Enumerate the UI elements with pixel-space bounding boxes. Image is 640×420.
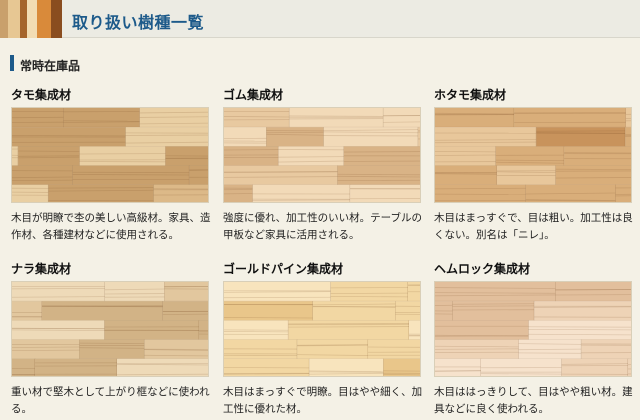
wood-plank xyxy=(199,320,208,340)
wood-plank xyxy=(409,320,420,340)
wood-plank xyxy=(395,301,420,321)
wood-sample-image xyxy=(434,107,632,203)
wood-sample-image xyxy=(434,281,632,377)
wood-grain-line xyxy=(480,373,562,375)
wood-plank xyxy=(224,127,267,147)
wood-plank xyxy=(79,146,166,166)
wood-description: 木目ははっきりして、目はやや粗い材。建具などに良く使われる。 xyxy=(434,386,633,415)
wood-grain-line xyxy=(495,159,565,162)
wood-grain-line xyxy=(266,131,324,134)
wood-plank xyxy=(435,127,537,147)
wood-plank xyxy=(12,165,73,185)
logo-strip xyxy=(51,0,62,38)
wood-plank xyxy=(164,282,208,302)
wood-plank xyxy=(350,184,420,202)
wood-plank xyxy=(266,127,324,147)
wood-name: ホタモ集成材 xyxy=(434,88,507,102)
wood-plank xyxy=(418,127,420,147)
wood-grain-line xyxy=(330,292,409,295)
wood-sample-image xyxy=(11,281,209,377)
wood-name: ゴム集成材 xyxy=(223,88,284,102)
logo-strip xyxy=(27,0,37,38)
wood-sample-image xyxy=(223,281,421,377)
wood-grain-line xyxy=(452,303,535,305)
wood-grain-line xyxy=(288,326,410,328)
wood-name: タモ集成材 xyxy=(11,88,72,102)
page-header: 取り扱い樹種一覧 xyxy=(0,0,640,38)
wood-plank xyxy=(189,165,208,185)
wood-sample-image xyxy=(223,107,421,203)
wood-plank xyxy=(435,320,529,340)
logo-strip xyxy=(0,0,8,38)
wood-plank xyxy=(63,108,140,128)
wood-plank xyxy=(383,108,420,128)
section-marker xyxy=(10,55,14,71)
wood-name: ゴールドパイン集成材 xyxy=(223,262,344,276)
wood-plank xyxy=(224,108,290,128)
wood-plank xyxy=(435,282,556,302)
wood-plank xyxy=(337,165,420,185)
wood-grain-illustration xyxy=(12,282,208,376)
wood-plank xyxy=(536,127,626,147)
wood-sample-image xyxy=(11,107,209,203)
wood-plank xyxy=(435,108,515,128)
wood-plank xyxy=(42,301,163,321)
wood-plank xyxy=(625,108,631,128)
wood-name: ナラ集成材 xyxy=(11,262,72,276)
wood-description: 木目はまっすぐで、目は粗い。加工性は良くない。別名は「ニレ」。 xyxy=(434,212,633,241)
section-title: 常時在庫品 xyxy=(20,59,81,73)
wood-plank xyxy=(368,339,420,359)
wood-grain-illustration xyxy=(435,282,631,376)
wood-name: ヘムロック集成材 xyxy=(434,262,531,276)
wood-description: 木目はまっすぐで明瞭。目はやや細く、加工性に優れた材。 xyxy=(223,386,423,415)
wood-grain-illustration xyxy=(224,108,420,202)
wood-description: 木目が明瞭で杢の美しい高級材。家具、造作材、各種建材などに使用される。 xyxy=(11,212,211,241)
wood-plank xyxy=(555,282,631,302)
wood-plank xyxy=(153,184,208,202)
wood-grain-line xyxy=(435,114,515,116)
wood-plank xyxy=(435,165,497,185)
wood-strip-logo xyxy=(0,0,62,38)
wood-plank xyxy=(162,301,208,321)
wood-grain-line xyxy=(18,150,80,152)
wood-grain-line xyxy=(12,135,126,137)
wood-description: 重い材で堅木として上がり框などに使われる。 xyxy=(11,386,210,415)
wood-grain-illustration xyxy=(435,108,631,202)
wood-plank xyxy=(12,184,49,202)
wood-plank xyxy=(12,282,105,302)
wood-plank xyxy=(564,146,631,166)
wood-plank xyxy=(330,282,409,302)
logo-strip xyxy=(20,0,27,38)
page-title: 取り扱い樹種一覧 xyxy=(72,13,205,32)
wood-plank xyxy=(12,339,80,359)
wood-plank xyxy=(79,339,145,359)
wood-plank xyxy=(435,358,481,376)
wood-plank xyxy=(104,282,165,302)
wood-grain-illustration xyxy=(12,108,208,202)
wood-plank xyxy=(125,127,208,147)
wood-grain-line xyxy=(18,155,80,157)
wood-plank xyxy=(224,165,338,185)
logo-strip xyxy=(37,0,51,38)
logo-strip xyxy=(8,0,20,38)
wood-description: 強度に優れ、加工性のいい材。テーブルの甲板など家具に活用される。 xyxy=(223,212,422,241)
wood-grain-line xyxy=(289,115,384,117)
wood-plank xyxy=(297,339,369,359)
wood-grain-line xyxy=(224,367,310,369)
wood-plank xyxy=(555,165,631,185)
wood-plank xyxy=(435,146,496,166)
wood-plank xyxy=(581,339,631,359)
wood-plank xyxy=(12,301,43,321)
wood-grain-illustration xyxy=(224,282,420,376)
wood-plank xyxy=(514,108,626,128)
